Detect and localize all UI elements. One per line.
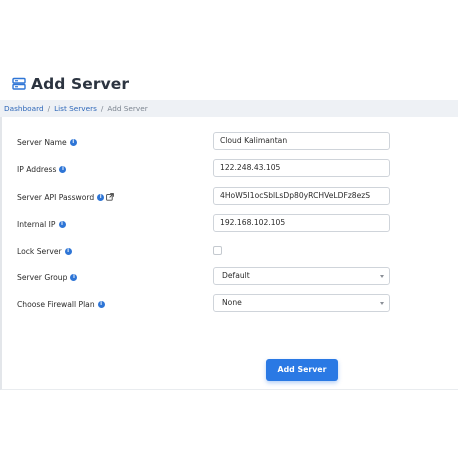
lock-server-label-text: Lock Server	[17, 246, 62, 256]
add-server-button[interactable]: Add Server	[266, 359, 338, 381]
lock-server-row: Lock Server i	[17, 241, 447, 261]
server-group-selected: Default	[222, 271, 250, 280]
internal-ip-row: Internal IP i 192.168.102.105	[17, 214, 447, 234]
server-icon	[12, 77, 26, 90]
breadcrumb-separator: /	[47, 104, 51, 113]
firewall-plan-row: Choose Firewall Plan i None	[17, 294, 447, 314]
info-icon[interactable]: i	[97, 193, 105, 201]
server-api-password-input[interactable]: 4HoW5I1ocSblLsDp80yRCHVeLDFz8ezS	[213, 187, 390, 205]
ip-address-input[interactable]: 122.248.43.105	[213, 159, 390, 177]
server-api-password-row: Server API Password i 4HoW5I1ocSblLsDp80y…	[17, 187, 447, 207]
info-icon[interactable]: i	[69, 138, 77, 146]
server-name-row: Server Name i Cloud Kalimantan	[17, 132, 447, 152]
breadcrumb: Dashboard / List Servers / Add Server	[4, 104, 148, 113]
chevron-down-icon	[380, 275, 384, 278]
server-api-password-label: Server API Password i	[17, 187, 115, 207]
breadcrumb-list-servers[interactable]: List Servers	[54, 104, 97, 113]
breadcrumb-dashboard[interactable]: Dashboard	[4, 104, 44, 113]
internal-ip-label: Internal IP i	[17, 214, 66, 234]
server-group-label-text: Server Group	[17, 272, 68, 282]
firewall-plan-label-text: Choose Firewall Plan	[17, 299, 95, 309]
info-icon[interactable]: i	[64, 247, 72, 255]
breadcrumb-separator: /	[100, 104, 104, 113]
server-group-label: Server Group i	[17, 267, 78, 287]
breadcrumb-current: Add Server	[107, 104, 148, 113]
server-api-password-label-text: Server API Password	[17, 192, 95, 202]
info-icon[interactable]: i	[59, 165, 67, 173]
firewall-plan-selected: None	[222, 298, 242, 307]
info-icon[interactable]: i	[70, 273, 78, 281]
internal-ip-input[interactable]: 192.168.102.105	[213, 214, 390, 232]
lock-server-checkbox[interactable]	[213, 246, 222, 255]
page-header: Add Server	[12, 74, 129, 94]
lock-server-label: Lock Server i	[17, 241, 72, 261]
ip-address-label: IP Address i	[17, 159, 67, 179]
server-name-label-text: Server Name	[17, 137, 67, 147]
server-name-input[interactable]: Cloud Kalimantan	[213, 132, 390, 150]
info-icon[interactable]: i	[97, 300, 105, 308]
chevron-down-icon	[380, 302, 384, 305]
server-name-label: Server Name i	[17, 132, 77, 152]
external-link-icon[interactable]	[106, 193, 115, 201]
server-group-select[interactable]: Default	[213, 267, 390, 285]
page-title: Add Server	[31, 75, 130, 93]
ip-address-label-text: IP Address	[17, 164, 57, 174]
internal-ip-label-text: Internal IP	[17, 219, 56, 229]
info-icon[interactable]: i	[58, 220, 66, 228]
ip-address-row: IP Address i 122.248.43.105	[17, 159, 447, 179]
server-group-row: Server Group i Default	[17, 267, 447, 287]
firewall-plan-label: Choose Firewall Plan i	[17, 294, 105, 314]
firewall-plan-select[interactable]: None	[213, 294, 390, 312]
